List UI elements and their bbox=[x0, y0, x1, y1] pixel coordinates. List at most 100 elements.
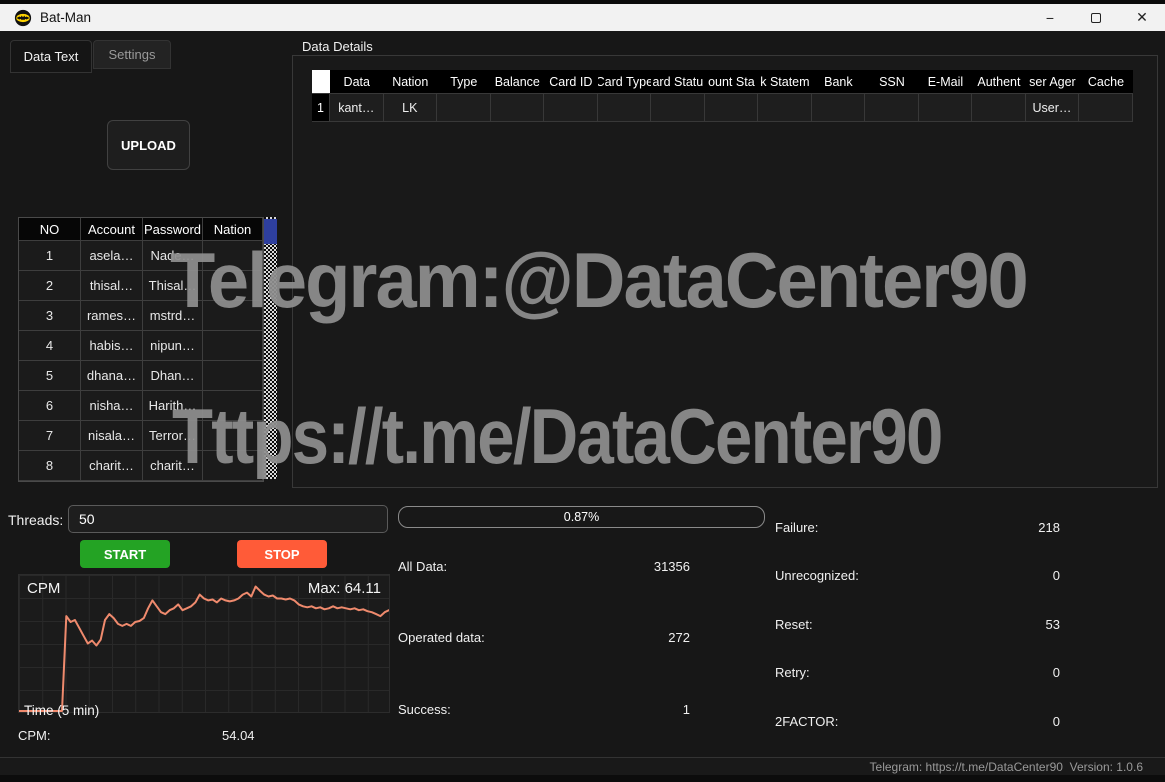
table-cell: Nade… bbox=[143, 241, 203, 271]
table-cell bbox=[203, 271, 263, 301]
table-cell: 7 bbox=[19, 421, 81, 451]
stat-label: Unrecognized: bbox=[775, 568, 859, 583]
column-header: Account bbox=[81, 218, 143, 241]
table-row[interactable]: 7nisala…Terror… bbox=[19, 421, 263, 451]
column-header: SSN bbox=[865, 70, 919, 94]
cpm-series-line bbox=[19, 587, 389, 712]
maximize-button[interactable] bbox=[1073, 4, 1119, 31]
stat-row: Retry: 0 bbox=[775, 665, 1060, 680]
table-cell: nisha… bbox=[81, 391, 143, 421]
tab-data-text[interactable]: Data Text bbox=[10, 40, 92, 73]
column-header: k Statem bbox=[758, 70, 812, 94]
window-title: Bat-Man bbox=[40, 10, 91, 25]
table-cell: mstrd… bbox=[143, 301, 203, 331]
accounts-table-header: NOAccountPasswordNation bbox=[19, 218, 263, 241]
column-header: Data bbox=[330, 70, 384, 94]
column-header: E-Mail bbox=[919, 70, 973, 94]
cpm-line-plot bbox=[19, 575, 389, 712]
chart-x-axis-label: Time (5 min) bbox=[24, 703, 99, 718]
cpm-current-value: 54.04 bbox=[222, 728, 255, 743]
table-cell bbox=[203, 391, 263, 421]
stat-label: Failure: bbox=[775, 520, 818, 535]
minimize-button[interactable]: − bbox=[1027, 4, 1073, 31]
table-cell: dhana… bbox=[81, 361, 143, 391]
table-cell: rames… bbox=[81, 301, 143, 331]
stop-button[interactable]: STOP bbox=[237, 540, 327, 568]
table-cell bbox=[758, 94, 812, 122]
table-cell bbox=[203, 331, 263, 361]
stat-value: 218 bbox=[1038, 520, 1060, 535]
stat-row: Success: 1 bbox=[398, 702, 690, 717]
column-header: Authent bbox=[972, 70, 1026, 94]
stat-value: 0 bbox=[1053, 665, 1060, 680]
stat-row: 2FACTOR:0 bbox=[775, 714, 1060, 729]
table-cell: habis… bbox=[81, 331, 143, 361]
statusbar-text: Telegram: https://t.me/DataCenter90 Vers… bbox=[870, 760, 1165, 774]
maximize-icon bbox=[1091, 13, 1101, 23]
data-details-header: DataNationTypeBalanceCard IDCard Typeard… bbox=[312, 70, 1133, 94]
accounts-table-scrollbar[interactable] bbox=[264, 217, 277, 479]
table-row[interactable]: 4habis…nipun… bbox=[19, 331, 263, 361]
upload-button[interactable]: UPLOAD bbox=[107, 120, 190, 170]
stat-value: 0 bbox=[1053, 568, 1060, 583]
table-cell: 1 bbox=[19, 241, 81, 271]
table-cell: 6 bbox=[19, 391, 81, 421]
stat-label: Operated data: bbox=[398, 630, 485, 645]
column-header: Nation bbox=[384, 70, 438, 94]
stat-value: 31356 bbox=[654, 559, 690, 574]
stat-value: 272 bbox=[668, 630, 690, 645]
table-cell: 4 bbox=[19, 331, 81, 361]
table-row[interactable]: 2thisal…Thisal… bbox=[19, 271, 263, 301]
start-button[interactable]: START bbox=[80, 540, 170, 568]
stat-label: Success: bbox=[398, 702, 451, 717]
table-cell: Dhan… bbox=[143, 361, 203, 391]
tab-settings[interactable]: Settings bbox=[93, 40, 171, 69]
close-button[interactable]: ✕ bbox=[1119, 4, 1165, 31]
table-row[interactable]: 6nisha…Harith… bbox=[19, 391, 263, 421]
table-cell bbox=[491, 94, 545, 122]
table-cell: charit… bbox=[143, 451, 203, 481]
stat-value: 1 bbox=[683, 702, 690, 717]
threads-input[interactable] bbox=[68, 505, 388, 533]
table-cell: LK bbox=[384, 94, 438, 122]
table-row[interactable]: 1asela…Nade… bbox=[19, 241, 263, 271]
table-cell bbox=[544, 94, 598, 122]
table-cell: nipun… bbox=[143, 331, 203, 361]
stat-row: Reset:53 bbox=[775, 617, 1060, 632]
column-header: Type bbox=[437, 70, 491, 94]
cpm-chart: CPM Max: 64.11 bbox=[18, 574, 390, 713]
data-details-title: Data Details bbox=[302, 39, 373, 54]
table-row[interactable]: 3rames…mstrd… bbox=[19, 301, 263, 331]
table-cell: charit… bbox=[81, 451, 143, 481]
table-row[interactable]: 1kant…LKUser… bbox=[312, 94, 1133, 122]
stat-label: Reset: bbox=[775, 617, 813, 632]
table-cell bbox=[203, 451, 263, 481]
titlebar: Bat-Man − ✕ bbox=[0, 4, 1165, 31]
table-row[interactable]: 5dhana…Dhan… bbox=[19, 361, 263, 391]
table-cell: 5 bbox=[19, 361, 81, 391]
stat-label: All Data: bbox=[398, 559, 447, 574]
table-cell: User… bbox=[1026, 94, 1080, 122]
table-cell: thisal… bbox=[81, 271, 143, 301]
progress-bar: 0.87% bbox=[398, 506, 765, 528]
stat-value: 0 bbox=[1053, 714, 1060, 729]
stat-row: Operated data: 272 bbox=[398, 630, 690, 645]
table-cell bbox=[705, 94, 759, 122]
stat-label: Retry: bbox=[775, 665, 810, 680]
table-cell: Harith… bbox=[143, 391, 203, 421]
table-cell bbox=[919, 94, 973, 122]
table-cell bbox=[203, 241, 263, 271]
table-cell bbox=[651, 94, 705, 122]
app-window: Bat-Man − ✕ Data Text Settings UPLOAD NO… bbox=[0, 0, 1165, 782]
table-row[interactable]: 8charit…charit… bbox=[19, 451, 263, 481]
table-cell: Thisal… bbox=[143, 271, 203, 301]
table-cell: kant… bbox=[330, 94, 384, 122]
table-cell bbox=[598, 94, 652, 122]
column-header: Bank bbox=[812, 70, 866, 94]
table-cell bbox=[1079, 94, 1133, 122]
stat-row: Unrecognized: 0 bbox=[775, 568, 1060, 583]
table-cell bbox=[203, 361, 263, 391]
scrollbar-thumb[interactable] bbox=[264, 219, 277, 244]
table-cell: 2 bbox=[19, 271, 81, 301]
table-cell bbox=[812, 94, 866, 122]
